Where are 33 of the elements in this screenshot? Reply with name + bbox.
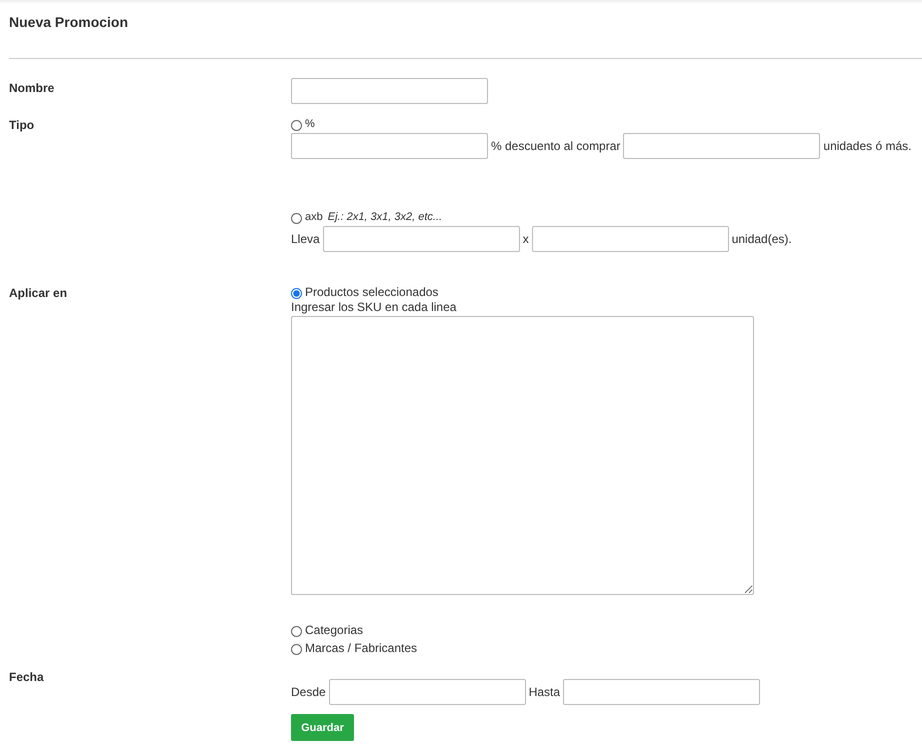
radio-label: Categorias xyxy=(305,623,364,637)
radio-button[interactable] xyxy=(291,212,302,224)
radio-label: Productos seleccionados xyxy=(305,285,438,299)
page-title: Nueva Promocion xyxy=(9,14,130,32)
radio-label: axb xyxy=(305,211,323,223)
inline-text: unidades ó más. xyxy=(823,139,912,153)
hint-text: Ej.: 2x1, 3x1, 3x2, etc... xyxy=(328,211,442,223)
save-button[interactable]: Guardar xyxy=(291,714,354,741)
inline-text: Desde xyxy=(291,685,326,699)
date-input[interactable] xyxy=(563,679,760,705)
field-label: Fecha xyxy=(9,670,45,686)
inline-text: x xyxy=(522,232,529,246)
radio-label: % xyxy=(305,118,315,130)
date-input[interactable] xyxy=(328,679,526,705)
radio-button[interactable] xyxy=(291,626,302,636)
radio-button[interactable] xyxy=(291,288,302,298)
radio-button[interactable] xyxy=(291,120,302,130)
inline-text: Hasta xyxy=(528,685,560,699)
name-input[interactable] xyxy=(291,78,488,104)
units-input[interactable] xyxy=(623,133,820,159)
percent-input[interactable] xyxy=(291,133,488,159)
inline-text: % descuento al comprar xyxy=(491,139,620,153)
inline-text: Lleva xyxy=(291,232,320,246)
radio-label: Marcas / Fabricantes xyxy=(305,641,418,655)
help-text: Ingresar los SKU en cada linea xyxy=(291,300,458,314)
field-label: Nombre xyxy=(9,80,56,97)
field-label: Tipo xyxy=(9,117,36,134)
radio-button[interactable] xyxy=(291,644,302,654)
quantity-input[interactable] xyxy=(532,226,729,252)
field-label: Aplicar en xyxy=(9,285,68,302)
quantity-input[interactable] xyxy=(322,226,520,252)
sku-textarea[interactable] xyxy=(291,316,754,595)
inline-text: unidad(es). xyxy=(732,232,792,246)
